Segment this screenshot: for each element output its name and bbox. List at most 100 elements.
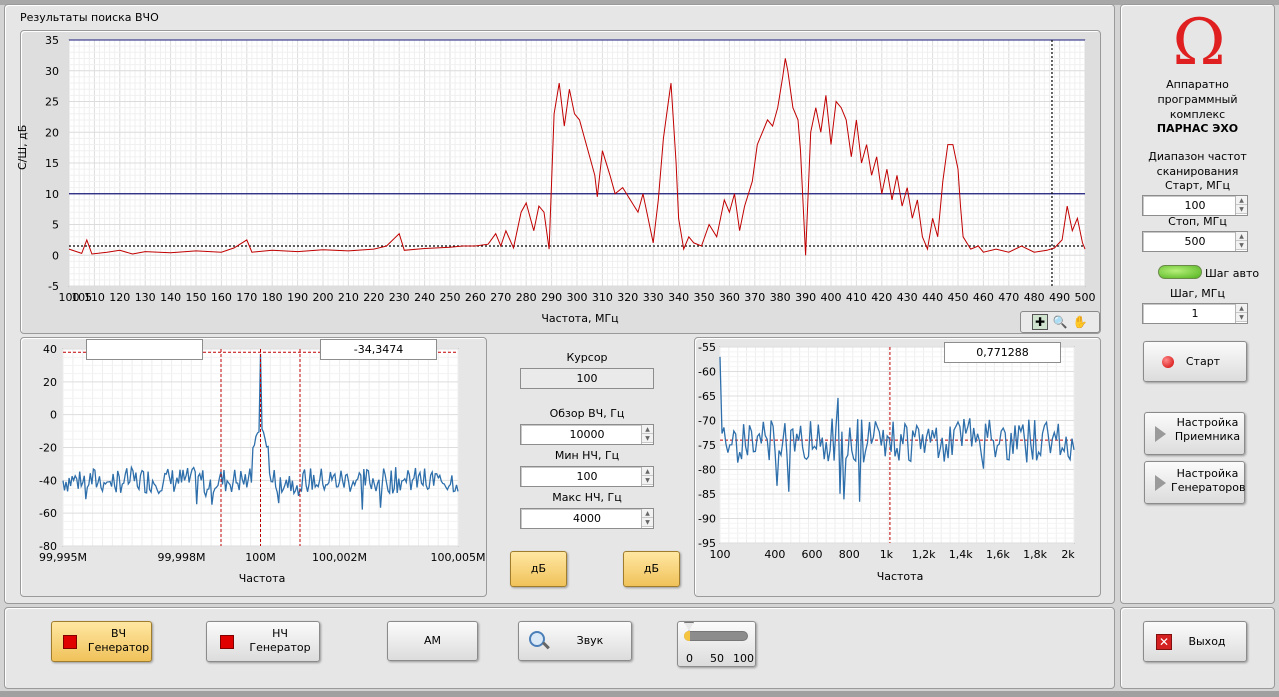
auto-step-toggle[interactable] — [1158, 265, 1202, 279]
main-x-tick: 380 — [770, 291, 791, 304]
step-spinner[interactable]: ▲ ▼ — [1235, 304, 1247, 323]
start-button[interactable]: Старт — [1143, 341, 1247, 382]
rf-y-tick: -40 — [39, 474, 57, 487]
rf-y-tick: 20 — [43, 376, 57, 389]
cursor-value: 100 — [520, 368, 654, 389]
main-x-tick: 450 — [948, 291, 969, 304]
lf-y-tick: -70 — [698, 415, 716, 428]
main-x-tick: 330 — [643, 291, 664, 304]
start-freq-spinner[interactable]: ▲ ▼ — [1235, 196, 1247, 215]
zoom-icon[interactable]: 🔍 — [1052, 314, 1068, 330]
am-button[interactable]: АМ — [387, 621, 478, 661]
main-y-tick: 5 — [52, 219, 59, 232]
main-y-tick: 10 — [45, 188, 59, 201]
play-arrow-icon — [1155, 426, 1166, 442]
cursor-label: Курсор — [566, 351, 608, 364]
lf-min-spinner[interactable]: ▲ ▼ — [641, 467, 653, 486]
main-x-tick: 310 — [592, 291, 613, 304]
generators-settings-button[interactable]: Настройка Генераторов — [1144, 461, 1246, 504]
main-x-tick: 370 — [744, 291, 765, 304]
rf-x-tick: 100M — [245, 551, 276, 564]
volume-tick-0: 0 — [686, 652, 693, 665]
stop-freq-spinner[interactable]: ▲ ▼ — [1235, 232, 1247, 251]
lf-min-input[interactable]: 100 ▲ ▼ — [520, 466, 654, 487]
main-chart-ylabel: С/Ш, дБ — [16, 124, 29, 170]
main-x-tick: 150 — [186, 291, 207, 304]
lf-max-spinner[interactable]: ▲ ▼ — [641, 509, 653, 528]
main-y-tick: -5 — [48, 280, 59, 293]
lf-cursor-value: 0,771288 — [944, 342, 1061, 363]
main-chart-xlabel: Частота, МГц — [541, 312, 619, 325]
main-x-tick: 110 — [84, 291, 105, 304]
main-x-tick: 390 — [795, 291, 816, 304]
main-y-tick: 35 — [45, 34, 59, 47]
main-x-tick: 400 — [821, 291, 842, 304]
main-x-tick: 410 — [846, 291, 867, 304]
main-chart-title: Результаты поиска ВЧО — [20, 11, 159, 24]
main-y-tick: 25 — [45, 96, 59, 109]
exit-button[interactable]: ✕ Выход — [1143, 621, 1247, 662]
main-x-tick: 460 — [973, 291, 994, 304]
lf-x-tick: 2k — [1061, 548, 1075, 561]
rf-db-button[interactable]: дБ — [510, 551, 567, 587]
pan-hand-icon[interactable]: ✋ — [1072, 314, 1088, 330]
volume-slider-track[interactable] — [684, 631, 748, 641]
product-line2: программный — [1157, 93, 1238, 106]
main-x-tick: 140 — [160, 291, 181, 304]
main-y-tick: 30 — [45, 65, 59, 78]
rf-cursor-right-value: -34,3474 — [320, 339, 437, 360]
main-x-tick: 270 — [490, 291, 511, 304]
graph-palette[interactable]: ✚ 🔍 ✋ — [1020, 311, 1100, 333]
lf-y-tick: -80 — [698, 464, 716, 477]
play-arrow-icon — [1155, 475, 1166, 491]
receiver-settings-button[interactable]: Настройка Приемника — [1144, 412, 1245, 455]
start-freq-label: Старт, МГц — [1165, 179, 1230, 192]
range-title2: сканирования — [1156, 165, 1239, 178]
rf-overview-label: Обзор ВЧ, Гц — [549, 407, 625, 420]
stop-freq-input[interactable]: 500 ▲ ▼ — [1142, 231, 1248, 252]
main-x-tick: 170 — [236, 291, 257, 304]
lf-min-label: Мин НЧ, Гц — [554, 449, 620, 462]
rf-x-tick: 99,995M — [39, 551, 87, 564]
rf-overview-spinner[interactable]: ▲ ▼ — [641, 425, 653, 444]
lf-x-tick: 400 — [764, 548, 785, 561]
volume-tick-100: 100 — [733, 652, 754, 665]
main-y-tick: 0 — [52, 249, 59, 262]
lf-y-tick: -90 — [698, 513, 716, 526]
main-x-tick: 260 — [465, 291, 486, 304]
main-x-tick: 360 — [719, 291, 740, 304]
lf-x-tick: 800 — [839, 548, 860, 561]
main-x-tick: 200 — [313, 291, 334, 304]
main-y-tick: 15 — [45, 157, 59, 170]
lf-max-label: Макс НЧ, Гц — [552, 491, 622, 504]
rf-generator-led-icon — [63, 635, 77, 649]
rf-generator-button[interactable]: ВЧ Генератор — [51, 621, 152, 662]
lf-y-tick: -65 — [698, 390, 716, 403]
main-x-tick: 220 — [363, 291, 384, 304]
step-label: Шаг, МГц — [1170, 287, 1225, 300]
lf-max-input[interactable]: 4000 ▲ ▼ — [520, 508, 654, 529]
auto-step-label: Шаг авто — [1205, 267, 1260, 280]
lf-generator-led-icon — [220, 635, 234, 649]
rf-y-tick: 0 — [50, 409, 57, 422]
sound-button[interactable]: Звук — [518, 621, 632, 661]
crosshair-icon[interactable]: ✚ — [1032, 314, 1048, 330]
start-freq-input[interactable]: 100 ▲ ▼ — [1142, 195, 1248, 216]
lf-x-tick: 1k — [880, 548, 894, 561]
rf-spectrum-chart: 40200-20-40-60-8099,995M 99,998M 100M 100,0… — [39, 343, 486, 564]
rf-x-tick: 100,005M — [431, 551, 486, 564]
lf-generator-button[interactable]: НЧ Генератор — [206, 621, 320, 662]
lf-x-tick: 600 — [802, 548, 823, 561]
product-name: ПАРНАС ЭХО — [1156, 122, 1239, 135]
product-line3: комплекс — [1169, 108, 1226, 121]
lf-x-tick: 1,2k — [912, 548, 936, 561]
lf-db-button[interactable]: дБ — [623, 551, 680, 587]
rf-x-tick: 100,002M — [312, 551, 367, 564]
rf-cursor-left-value — [86, 339, 203, 360]
lf-y-tick: -55 — [698, 341, 716, 354]
main-x-tick: 480 — [1024, 291, 1045, 304]
rf-overview-input[interactable]: 10000 ▲ ▼ — [520, 424, 654, 445]
step-input[interactable]: 1 ▲ ▼ — [1142, 303, 1248, 324]
main-x-tick: 430 — [897, 291, 918, 304]
magnifier-handle-icon — [542, 641, 550, 650]
